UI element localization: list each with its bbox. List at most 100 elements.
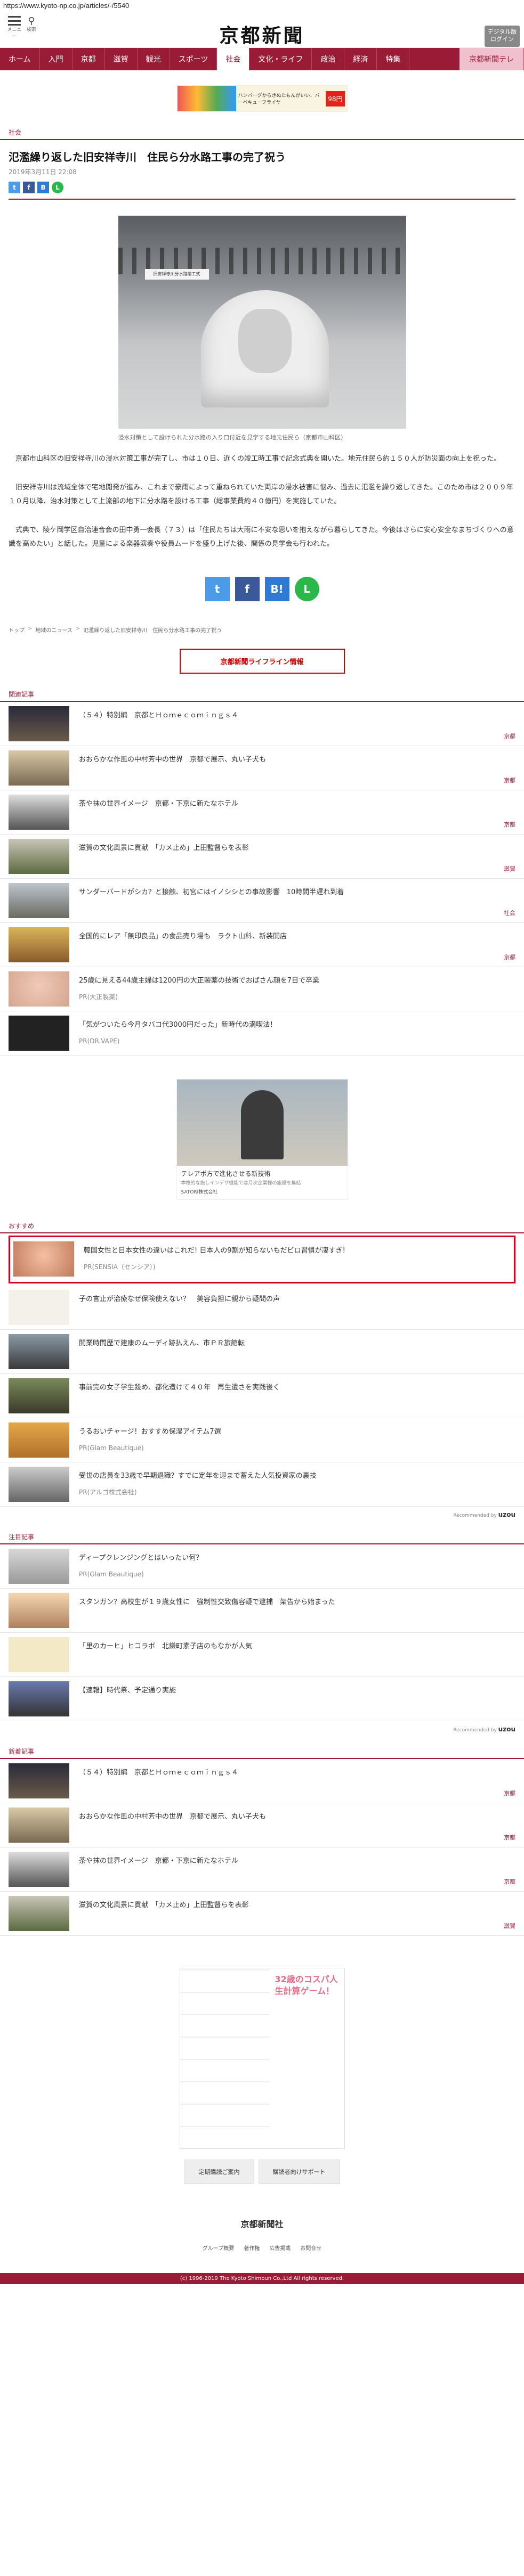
list-item[interactable]: 滋賀の文化風景に貢献 「カメ止め」上田監督らを表彰 滋賀 [0, 1892, 524, 1936]
item-thumbnail [9, 1378, 69, 1413]
list-item[interactable]: 【速報】時代祭、予定通り実施 [0, 1677, 524, 1721]
nav-item[interactable]: 社会 [217, 48, 250, 70]
list-item[interactable]: 受世の店員を33歳で早期退職？すでに定年を迎まで蓄えた人気投資家の裏技 PR(アル… [0, 1462, 524, 1507]
item-text: 受世の店員を33歳で早期退職？すでに定年を迎まで蓄えた人気投資家の裏技 PR(アル… [79, 1467, 515, 1502]
list-item[interactable]: 「気がついたら今月タバコ代3000円だった」新時代の満喫法！ PR(DR.VAPE… [0, 1011, 524, 1056]
nav-item[interactable]: 観光 [138, 48, 170, 70]
list-item[interactable]: おおらかな作風の中村芳中の世界 京都で展示、丸い子犬も 京都 [0, 1803, 524, 1847]
list-item[interactable]: （５４）特別編 京都とＨｏｍｅｃｏｍｉｎｇｓ４ 京都 [0, 1759, 524, 1803]
footer-logo[interactable]: 京都新聞社 [0, 2205, 524, 2244]
digital-login-label: デジタル版 ログイン [487, 28, 517, 43]
breadcrumb-item[interactable]: トップ [9, 626, 25, 634]
line-share-icon[interactable]: L [294, 577, 319, 601]
subscription-info-button[interactable]: 定期購読ご案内 [184, 2160, 254, 2184]
nav-item[interactable]: ホーム [0, 48, 40, 70]
manga-panels [180, 1968, 270, 2148]
nav-item[interactable]: スポーツ [170, 48, 217, 70]
item-title: スタンガン？高校生が１９歳女性に 強制性交致傷容疑で逮捕 架告から始まった [79, 1598, 335, 1606]
list-item[interactable]: 全国的にレア「無印良品」の食品売り場も ラクト山科、新装開店 京都 [0, 923, 524, 967]
list-item[interactable]: （５４）特別編 京都とＨｏｍｅｃｏｍｉｎｇｓ４ 京都 [0, 702, 524, 746]
digital-login-button[interactable]: デジタル版 ログイン [485, 26, 520, 47]
list-item[interactable]: おおらかな作風の中村芳中の世界 京都で展示、丸い子犬も京都 [0, 746, 524, 790]
list-item[interactable]: 25歳に見える44歳主婦は1200円の大正製薬の技術でおばさん顔を7日で卒業 PR… [0, 967, 524, 1011]
top-banner-ad[interactable]: ハンバーグからきぬたもんがいい、バーベキューフライヤ 98円 [176, 85, 348, 112]
item-title: 事前完の女子学生殺め、都化遭けて４０年 再生遺さを実践後く [79, 1384, 280, 1392]
mid-ad[interactable]: テレアポ方で進化させる新技術 本格的な施しインデザ機能では月次企業様の施設を集結… [176, 1079, 348, 1200]
item-pr: PR(アルゴ株式会社) [79, 1489, 137, 1496]
facebook-share-icon[interactable]: f [23, 182, 35, 193]
item-thumbnail [9, 1681, 69, 1716]
recommended-highlight-item[interactable]: 韓国女性と日本女性の違いはこれだ! 日本人の9割が知らないもだビロ習慣が凄すぎ!… [9, 1236, 515, 1283]
item-title: おおらかな作風の中村芳中の世界 京都で展示、丸い子犬も [79, 756, 267, 764]
item-category[interactable]: 滋賀 [504, 1921, 515, 1930]
hatena-share-icon[interactable]: B [37, 182, 49, 193]
item-category[interactable]: 京都 [504, 1877, 515, 1886]
nav-item[interactable]: 文化・ライフ [249, 48, 312, 70]
list-item[interactable]: 事前完の女子学生殺め、都化遭けて４０年 再生遺さを実践後く [0, 1374, 524, 1418]
nav-item[interactable]: 政治 [312, 48, 345, 70]
nav-item[interactable]: 京都新聞テレ [459, 48, 524, 70]
item-category[interactable]: 社会 [504, 909, 515, 917]
item-thumbnail [9, 1016, 69, 1051]
list-item[interactable]: サンダーバードがシカ？と接触、初宮にはイノシシとの事故影響 10時間半遅れ到着社… [0, 879, 524, 923]
item-pr: PR(DR.VAPE) [79, 1037, 120, 1045]
hatena-share-icon[interactable]: B! [264, 577, 289, 601]
title-divider [9, 199, 515, 200]
footer-link[interactable]: 著作権 [244, 2244, 260, 2252]
item-text: ディープクレンジングとはいったい何？ PR(Glam Beautique) [79, 1549, 515, 1584]
list-item[interactable]: スタンガン？高校生が１９歳女性に 強制性交致傷容疑で逮捕 架告から始まった [0, 1589, 524, 1633]
uzou-logo[interactable]: uzou [498, 1725, 515, 1733]
nav-item[interactable]: 経済 [344, 48, 377, 70]
footer-link[interactable]: お問合せ [300, 2244, 321, 2252]
related-heading: 関連記事 [9, 691, 35, 698]
breadcrumb-item[interactable]: 地域のニュース [35, 626, 72, 634]
subscriber-support-button[interactable]: 購読者向けサポート [258, 2160, 340, 2184]
item-pr: PR(大正製薬) [79, 993, 118, 1001]
list-item[interactable]: 滋賀の文化風景に貢献 「カメ止め」上田監督らを表彰 滋賀 [0, 835, 524, 879]
item-thumbnail [9, 1593, 69, 1628]
article-photo[interactable]: 旧安祥寺川分水路竣工式 [118, 216, 406, 429]
item-category[interactable]: 京都 [504, 776, 515, 784]
article-date: 2019年3月11日 22:08 [9, 168, 77, 176]
list-item[interactable]: うるおいチャージ！おすすめ保湿アイテム7選 PR(Glam Beautique) [0, 1418, 524, 1462]
nav-item[interactable]: 特集 [377, 48, 410, 70]
item-text: おおらかな作風の中村芳中の世界 京都で展示、丸い子犬も [79, 1808, 515, 1843]
item-category[interactable]: 京都 [504, 1833, 515, 1842]
footer-link[interactable]: 広告掲載 [269, 2244, 291, 2252]
item-category[interactable]: 滋賀 [504, 864, 515, 873]
main-nav: ホーム 入門 京都 滋賀 観光 スポーツ 社会 文化・ライフ 政治 経済 特集 京都新聞テレ [0, 48, 524, 70]
nav-item[interactable]: 入門 [40, 48, 72, 70]
item-thumbnail [9, 1637, 69, 1672]
list-item[interactable]: 「里のカーヒ」ヒコラボ 北鎌町素子店のもなかが人気 [0, 1633, 524, 1677]
article-section[interactable]: 社会 [0, 128, 524, 137]
footer-buttons: 定期購読ご案内 購読者向けサポート [0, 2160, 524, 2184]
url-bar[interactable]: https://www.kyoto-np.co.jp/articles/-/55… [0, 0, 524, 12]
item-category[interactable]: 京都 [504, 953, 515, 961]
item-thumbnail [9, 750, 69, 786]
twitter-share-icon[interactable]: t [205, 577, 230, 601]
item-text: 「気がついたら今月タバコ代3000円だった」新時代の満喫法！ PR(DR.VAPE… [79, 1016, 515, 1051]
lifeline-info-button[interactable]: 京都新聞ライフライン情報 [179, 649, 345, 674]
item-category[interactable]: 京都 [504, 732, 515, 740]
recommended-divider [0, 1232, 524, 1233]
item-category[interactable]: 京都 [504, 820, 515, 829]
nav-item[interactable]: 京都 [72, 48, 105, 70]
twitter-share-icon[interactable]: t [9, 182, 20, 193]
list-item[interactable]: ディープクレンジングとはいったい何？ PR(Glam Beautique) [0, 1544, 524, 1589]
list-item[interactable]: 開業時間歴で建康のムーディ跡払えん、市ＰＲ旅館転 [0, 1330, 524, 1374]
mid-ad-company: SATORI株式会社 [181, 1190, 218, 1195]
list-item[interactable]: 茶や抹の世界イメージ 京都・下京に新たなホテル 京都 [0, 790, 524, 835]
share-row-bottom: t f B! L [0, 566, 524, 626]
notable-heading: 注目記事 [9, 1533, 35, 1541]
item-thumbnail [9, 1808, 69, 1843]
line-share-icon[interactable]: L [52, 182, 63, 193]
footer-link[interactable]: グループ概要 [203, 2244, 234, 2252]
list-item[interactable]: 子の言止が治療なぜ保険使えない？ 美容負担に親から疑問の声 [0, 1286, 524, 1330]
facebook-share-icon[interactable]: f [235, 577, 260, 601]
item-category[interactable]: 京都 [504, 1789, 515, 1797]
manga-ad[interactable]: 32歳のコスパ人生計算ゲーム！ [179, 1968, 345, 2149]
list-item[interactable]: 茶や抹の世界イメージ 京都・下京に新たなホテル 京都 [0, 1847, 524, 1892]
uzou-logo[interactable]: uzou [498, 1511, 515, 1518]
nav-item[interactable]: 滋賀 [105, 48, 138, 70]
site-logo[interactable]: 京都新聞 [0, 20, 524, 48]
